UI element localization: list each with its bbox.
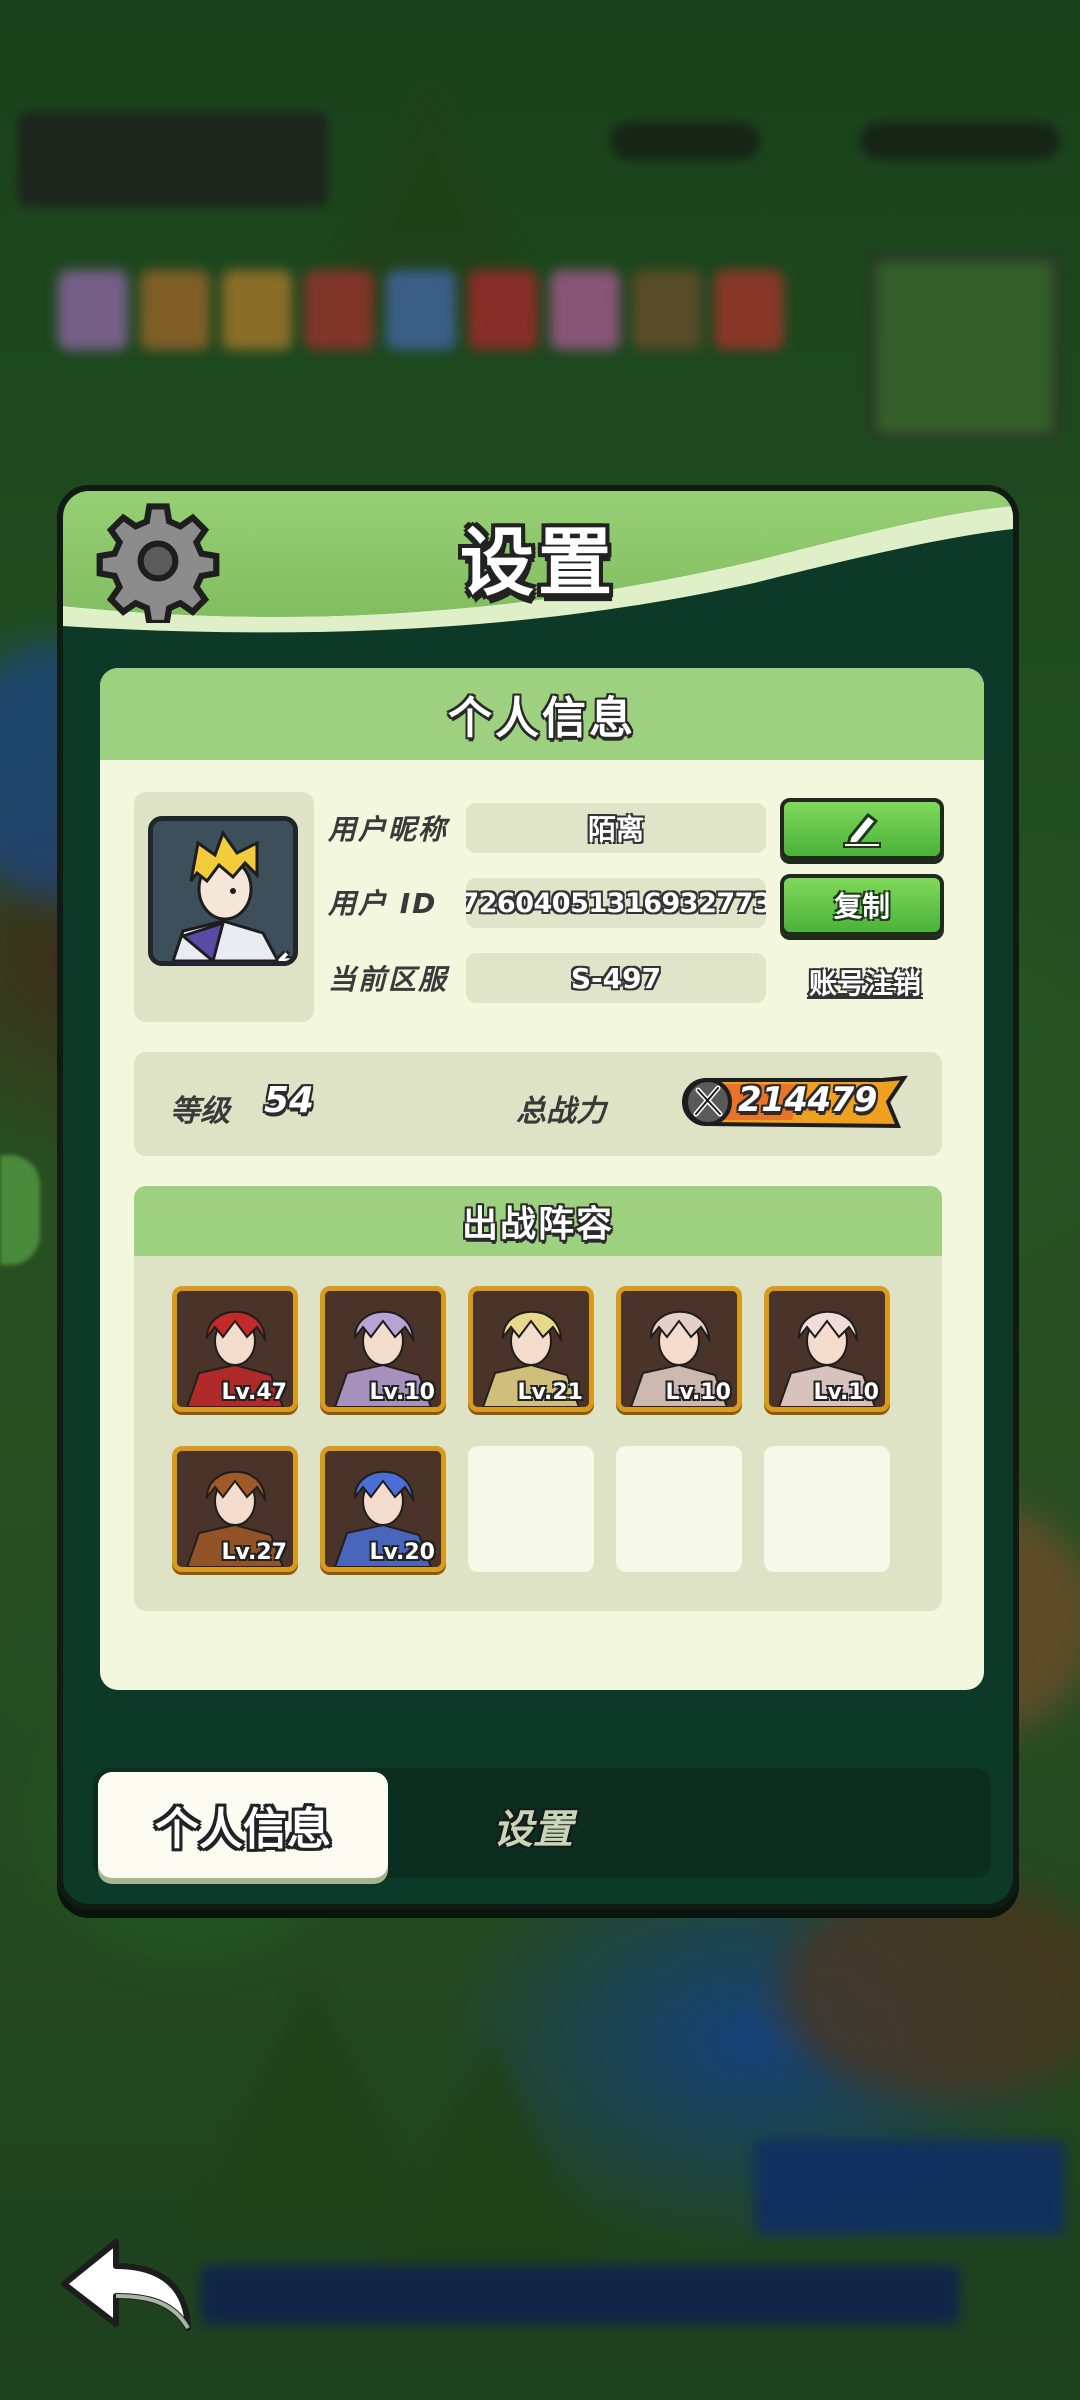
tab-settings[interactable]: 设置 <box>433 1778 633 1874</box>
nickname-label: 用户昵称 <box>328 813 449 846</box>
lineup-title: 出战阵容 <box>461 1204 614 1245</box>
hero-slot[interactable]: Lv.27 <box>172 1446 298 1572</box>
swap-arrows-icon[interactable]: ⇆ <box>269 946 293 962</box>
server-value: S-497 <box>466 953 766 1003</box>
battle-lineup: 出战阵容 Lv.47 Lv.10 Lv.21 Lv.10 Lv.10 Lv.27 Lv.20 <box>134 1186 942 1611</box>
hero-slot[interactable]: Lv.47 <box>172 1286 298 1412</box>
pencil-icon <box>843 812 881 848</box>
account-deregister-link[interactable]: 账号注销 <box>790 962 940 1002</box>
power-value: 214479 <box>738 1080 877 1120</box>
hero-slot[interactable]: Lv.10 <box>764 1286 890 1412</box>
stats-bar: 等级 54 总战力 214479 <box>134 1052 942 1156</box>
lineup-header: 出战阵容 <box>134 1186 942 1256</box>
avatar[interactable]: ⇆ <box>148 816 298 966</box>
tab-bar: 个人信息 设置 <box>93 1768 991 1878</box>
hero-slot[interactable]: Lv.10 <box>320 1286 446 1412</box>
avatar-container: ⇆ <box>134 792 314 1022</box>
hero-level: Lv.47 <box>221 1380 287 1405</box>
empty-hero-slot[interactable] <box>468 1446 594 1572</box>
panel-header: 个人信息 <box>100 668 984 760</box>
empty-hero-slot[interactable] <box>616 1446 742 1572</box>
hero-portrait-icon <box>153 821 293 961</box>
empty-hero-slot[interactable] <box>764 1446 890 1572</box>
server-label: 当前区服 <box>328 963 449 996</box>
power-badge: 214479 <box>682 1074 908 1130</box>
user-id-value: 7260405131693277З <box>466 878 766 928</box>
nickname-value: 陌离 <box>466 803 766 853</box>
hero-slot[interactable]: Lv.20 <box>320 1446 446 1572</box>
dialog-title: 设置 <box>460 520 616 606</box>
tab-personal-info[interactable]: 个人信息 <box>98 1772 388 1878</box>
hero-level: Lv.10 <box>665 1380 731 1405</box>
level-value: 54 <box>264 1080 315 1121</box>
hero-level: Lv.21 <box>517 1380 583 1405</box>
hero-level: Lv.10 <box>369 1380 435 1405</box>
hero-level: Lv.20 <box>369 1540 435 1565</box>
dialog-header: 设置 <box>63 491 1013 641</box>
back-arrow-icon <box>61 2239 191 2331</box>
hero-level: Lv.10 <box>813 1380 879 1405</box>
personal-info-panel: 个人信息 ⇆ 用户昵称 陌离 <box>100 668 984 1690</box>
panel-title: 个人信息 <box>448 693 636 744</box>
back-button[interactable] <box>56 2232 196 2342</box>
hero-level: Lv.27 <box>221 1540 287 1565</box>
settings-dialog: 设置 个人信息 ⇆ 用户昵称 陌离 <box>57 485 1019 1910</box>
hero-slot[interactable]: Lv.10 <box>616 1286 742 1412</box>
user-id-label: 用户 ID <box>328 887 438 920</box>
edit-nickname-button[interactable] <box>780 798 944 860</box>
power-label: 总战力 <box>516 1094 606 1129</box>
level-label: 等级 <box>170 1094 230 1129</box>
hero-slot[interactable]: Lv.21 <box>468 1286 594 1412</box>
copy-id-button[interactable]: 复制 <box>780 874 944 936</box>
side-expand-tab <box>0 1155 40 1265</box>
